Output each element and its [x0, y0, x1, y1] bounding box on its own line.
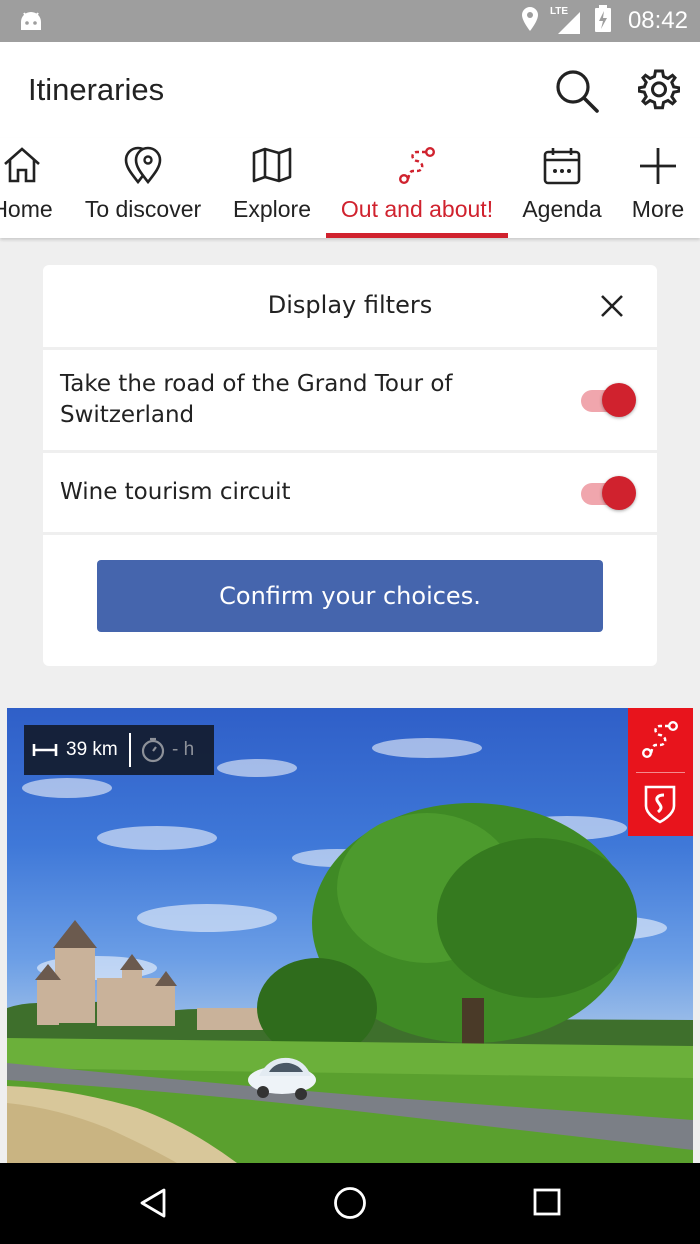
tab-label: Out and about! — [340, 196, 494, 222]
tab-explore[interactable]: Explore — [222, 138, 322, 238]
itinerary-badges — [628, 708, 693, 836]
home-icon — [2, 146, 42, 188]
tab-more[interactable]: More — [618, 138, 698, 238]
itinerary-card[interactable]: 39 km - h — [7, 708, 693, 1163]
tab-label: Explore — [233, 196, 311, 222]
map-icon — [251, 146, 293, 188]
tab-label: Agenda — [522, 196, 602, 222]
battery-charging-icon — [594, 5, 612, 37]
system-nav-bar — [0, 1163, 700, 1244]
signal-icon: LTE — [550, 6, 584, 36]
filter-row-grand-tour[interactable]: Take the road of the Grand Tour of Switz… — [43, 350, 657, 450]
close-icon[interactable] — [599, 293, 625, 323]
route-icon — [397, 146, 437, 190]
tab-label: Home — [0, 196, 53, 222]
wine-tourism-toggle[interactable] — [581, 472, 639, 514]
distance-value: 39 km — [66, 739, 118, 760]
calendar-icon — [542, 146, 582, 190]
map-pins-icon — [122, 146, 164, 190]
page-title: Itineraries — [28, 72, 165, 107]
gear-icon[interactable] — [637, 68, 681, 114]
itinerary-photo — [7, 738, 693, 1163]
plus-icon — [638, 146, 678, 190]
active-tab-indicator — [326, 233, 508, 238]
distance-icon — [32, 741, 58, 763]
location-icon — [520, 6, 540, 36]
itinerary-stats: 39 km - h — [24, 725, 214, 775]
duration-value: - h — [172, 739, 195, 760]
tab-out-and-about[interactable]: Out and about! — [326, 138, 508, 238]
tab-to-discover[interactable]: To discover — [78, 138, 208, 238]
confirm-button[interactable]: Confirm your choices. — [97, 560, 603, 632]
route-icon — [640, 720, 680, 764]
app-bar: Itineraries — [0, 42, 700, 138]
display-filters-card: Display filters Take the road of the Gra… — [43, 265, 657, 666]
status-bar: LTE 08:42 — [0, 0, 700, 42]
badge-divider — [636, 772, 685, 773]
tab-label: More — [631, 196, 685, 222]
tab-home[interactable]: Home — [0, 138, 62, 238]
network-type: LTE — [549, 6, 569, 17]
home-circle-icon[interactable] — [333, 1186, 367, 1224]
filter-label: Wine tourism circuit — [60, 479, 291, 505]
status-time: 08:42 — [627, 7, 688, 34]
filter-label: Take the road of the Grand Tour of Switz… — [60, 371, 453, 428]
toggle-knob — [602, 383, 636, 417]
stopwatch-icon — [140, 737, 166, 767]
back-icon[interactable] — [138, 1187, 168, 1223]
filters-title: Display filters — [267, 291, 433, 319]
stats-divider — [129, 733, 131, 767]
android-icon — [18, 8, 44, 36]
search-icon[interactable] — [554, 68, 600, 118]
divider — [43, 532, 657, 535]
tab-agenda[interactable]: Agenda — [512, 138, 612, 238]
recents-icon[interactable] — [533, 1188, 561, 1220]
tab-label: To discover — [84, 196, 202, 222]
grand-tour-logo-icon — [642, 784, 678, 828]
main-tabs: Home To discover Explore Out and about! … — [0, 138, 700, 238]
grand-tour-toggle[interactable] — [581, 379, 639, 421]
toggle-knob — [602, 476, 636, 510]
filters-header: Display filters — [43, 265, 657, 347]
filter-row-wine-tourism[interactable]: Wine tourism circuit — [43, 453, 657, 532]
